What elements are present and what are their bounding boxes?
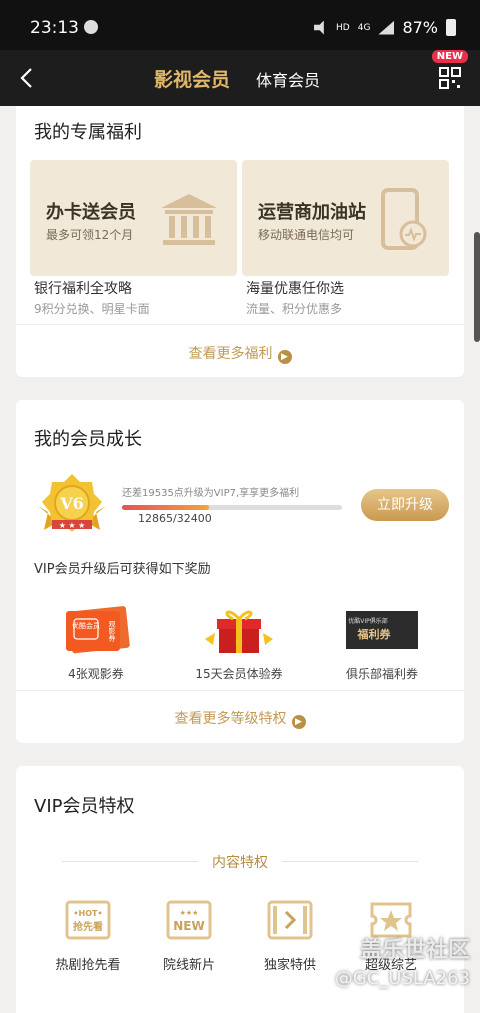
privilege-caption: 院线新片 bbox=[162, 958, 215, 973]
scrollbar[interactable] bbox=[474, 232, 480, 342]
battery-icon bbox=[446, 19, 456, 36]
reward-caption: 4张观影券 bbox=[68, 667, 124, 681]
top-nav-bar: 影视会员 体育会员 NEW bbox=[0, 50, 480, 106]
gift-box-icon: ¥ bbox=[205, 610, 273, 653]
more-level-label: 查看更多等级特权 bbox=[174, 711, 287, 727]
watermark-community: 盖乐世社区 bbox=[359, 938, 470, 963]
more-benefits-link[interactable]: 查看更多福利 ▶ bbox=[16, 343, 464, 364]
growth-progress-fill bbox=[122, 505, 210, 510]
hot-preview-icon: •HOT• 抢先看 bbox=[65, 900, 111, 940]
divider bbox=[16, 324, 464, 325]
privilege-exclusive[interactable]: 独家特供 bbox=[247, 900, 333, 973]
benefit-bank-card[interactable]: 办卡送会员 最多可领12个月 bbox=[30, 160, 237, 276]
privilege-caption: 独家特供 bbox=[263, 958, 316, 973]
benefit-caption[interactable]: 海量优惠任你选 bbox=[246, 278, 344, 298]
benefit-title: 办卡送会员 bbox=[46, 202, 136, 223]
content-privileges-heading: 内容特权 bbox=[16, 852, 464, 872]
chevron-right-icon: ▶ bbox=[277, 350, 292, 364]
svg-text:观影券: 观影券 bbox=[108, 621, 116, 643]
bank-icon bbox=[161, 194, 217, 245]
benefit-caption-sub: 流量、积分优惠多 bbox=[246, 302, 343, 316]
new-badge: NEW bbox=[431, 50, 468, 63]
battery-percent: 87% bbox=[402, 18, 438, 37]
back-arrow-icon[interactable] bbox=[16, 66, 40, 90]
svg-text:抢先看: 抢先看 bbox=[73, 920, 103, 933]
upgrade-now-button[interactable]: 立即升级 bbox=[361, 489, 449, 521]
divider bbox=[62, 861, 198, 862]
svg-text:¥: ¥ bbox=[236, 637, 243, 648]
growth-title: 我的会员成长 bbox=[34, 429, 142, 450]
privilege-new-release[interactable]: ★★★ NEW 院线新片 bbox=[146, 900, 232, 973]
divider bbox=[282, 861, 418, 862]
reward-caption: 15天会员体验券 bbox=[195, 667, 283, 681]
benefits-title: 我的专属福利 bbox=[34, 122, 142, 143]
phone-icon bbox=[381, 188, 427, 250]
growth-progress-bar bbox=[122, 505, 342, 510]
privilege-caption: 热剧抢先看 bbox=[55, 958, 121, 973]
tab-sports-membership[interactable]: 体育会员 bbox=[256, 67, 320, 91]
svg-text:优酷会员: 优酷会员 bbox=[72, 621, 100, 630]
member-growth-card: 我的会员成长 V6 ★ ★ ★ 还差19535点升级为VIP7,享享更多福利 1… bbox=[16, 400, 464, 743]
hd-icon: HD bbox=[336, 22, 350, 33]
reward-club-voucher[interactable]: 优酷VIP俱乐部 福利券 俱乐部福利券 bbox=[312, 605, 452, 682]
v6-level-badge-icon: V6 ★ ★ ★ bbox=[38, 474, 106, 532]
reward-caption: 俱乐部福利券 bbox=[345, 667, 418, 681]
mute-icon bbox=[314, 20, 324, 35]
signal-icon bbox=[378, 20, 395, 35]
new-release-icon: ★★★ NEW bbox=[166, 900, 212, 940]
more-level-privileges-link[interactable]: 查看更多等级特权 ▶ bbox=[16, 708, 464, 729]
privileges-title: VIP会员特权 bbox=[34, 796, 135, 817]
club-voucher-icon: 优酷VIP俱乐部 福利券 bbox=[346, 611, 418, 649]
svg-text:优酷VIP俱乐部: 优酷VIP俱乐部 bbox=[348, 617, 388, 625]
section-label: 内容特权 bbox=[212, 855, 268, 871]
benefit-carrier-card[interactable]: 运营商加油站 移动联通电信均可 bbox=[242, 160, 449, 276]
movie-ticket-icon: 优酷会员 观影券 bbox=[66, 606, 130, 654]
svg-text:NEW: NEW bbox=[173, 919, 204, 933]
benefit-caption-sub: 9积分兑换、明星卡面 bbox=[34, 302, 150, 316]
chevron-right-icon: ▶ bbox=[291, 715, 306, 729]
reward-trial-voucher[interactable]: ¥ 15天会员体验券 bbox=[169, 605, 309, 682]
divider bbox=[16, 690, 464, 691]
privilege-hot-preview[interactable]: •HOT• 抢先看 热剧抢先看 bbox=[45, 900, 131, 973]
svg-text:★★★: ★★★ bbox=[180, 909, 199, 917]
globe-icon bbox=[84, 20, 98, 34]
benefit-subtitle: 最多可领12个月 bbox=[46, 228, 134, 242]
watermark-handle: @GC_USLA263 bbox=[334, 968, 470, 989]
network-type: 4G bbox=[357, 22, 371, 33]
reward-intro: VIP会员升级后可获得如下奖励 bbox=[34, 562, 211, 577]
level-text: V6 bbox=[59, 494, 84, 513]
progress-value: 12865/32400 bbox=[138, 512, 212, 525]
tab-video-membership[interactable]: 影视会员 bbox=[154, 65, 230, 92]
scan-icon[interactable] bbox=[438, 66, 462, 90]
more-benefits-label: 查看更多福利 bbox=[188, 346, 273, 362]
reward-movie-tickets[interactable]: 优酷会员 观影券 4张观影券 bbox=[26, 605, 166, 682]
film-play-icon bbox=[267, 900, 313, 940]
benefit-caption[interactable]: 银行福利全攻略 bbox=[34, 278, 132, 298]
progress-tip: 还差19535点升级为VIP7,享享更多福利 bbox=[122, 488, 300, 499]
status-time: 23:13 bbox=[30, 18, 79, 38]
status-bar: 23:13 HD 4G 87% bbox=[0, 0, 480, 50]
svg-text:福利券: 福利券 bbox=[357, 627, 392, 641]
exclusive-benefits-card: 我的专属福利 办卡送会员 最多可领12个月 运营商加油站 移动联通电信均可 银行… bbox=[16, 106, 464, 377]
benefit-subtitle: 移动联通电信均可 bbox=[258, 228, 355, 242]
svg-text:★ ★ ★: ★ ★ ★ bbox=[59, 521, 86, 530]
benefit-title: 运营商加油站 bbox=[258, 202, 366, 223]
svg-text:•HOT•: •HOT• bbox=[73, 909, 102, 918]
status-right: HD 4G 87% bbox=[314, 18, 456, 37]
